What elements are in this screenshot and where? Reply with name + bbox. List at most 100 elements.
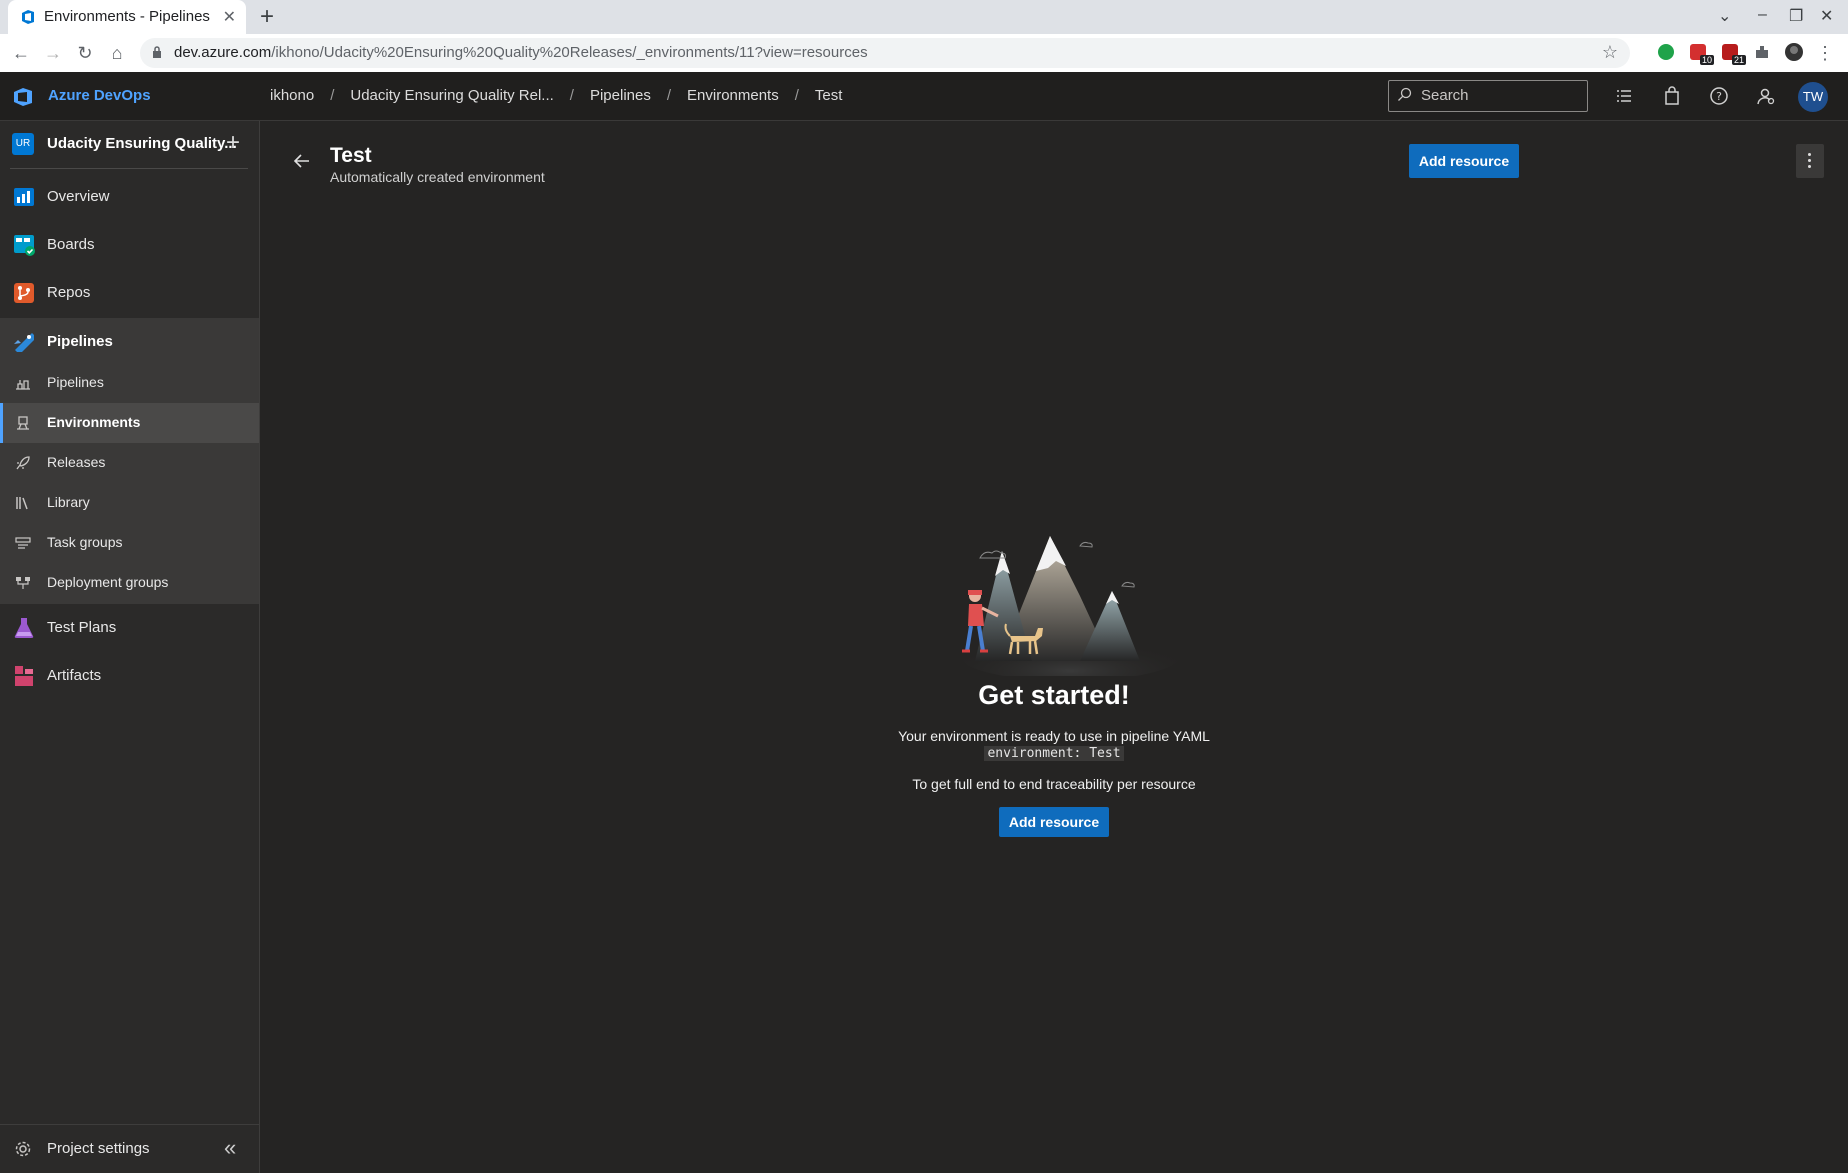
tab-title: Environments - Pipelines xyxy=(44,8,210,25)
close-window-icon[interactable]: ✕ xyxy=(1820,6,1833,26)
url-host: dev.azure.com xyxy=(174,44,272,61)
mountain-hiker-illustration xyxy=(960,536,1180,676)
restore-icon[interactable]: ❐ xyxy=(1789,6,1803,26)
back-arrow-icon[interactable] xyxy=(292,151,312,171)
rocket-icon xyxy=(16,456,30,470)
task-groups-icon xyxy=(15,537,31,549)
url-text: dev.azure.com/ikhono/Udacity%20Ensuring%… xyxy=(174,44,868,61)
project-settings-label: Project settings xyxy=(47,1140,150,1157)
sidebar-subitem-library[interactable]: Library xyxy=(0,483,259,523)
brand-name[interactable]: Azure DevOps xyxy=(48,87,151,104)
breadcrumb-separator: / xyxy=(330,87,335,104)
browser-menu-icon[interactable]: ⋮ xyxy=(1814,42,1836,64)
traceability-message: To get full end to end traceability per … xyxy=(912,776,1196,792)
project-name: Udacity Ensuring Quality... xyxy=(47,135,237,152)
breadcrumb-test[interactable]: Test xyxy=(815,87,843,104)
extension-count: 21 xyxy=(1731,55,1746,65)
breadcrumb-environments[interactable]: Environments xyxy=(687,87,779,104)
search-placeholder: Search xyxy=(1421,87,1469,104)
sidebar: UR Udacity Ensuring Quality... + Overvie… xyxy=(0,121,260,1173)
sidebar-subitem-label: Library xyxy=(47,494,90,510)
azure-devops-logo-icon[interactable] xyxy=(12,86,34,108)
environments-icon xyxy=(17,416,29,430)
yaml-snippet: environment: Test xyxy=(260,744,1848,761)
marketplace-bag-icon[interactable] xyxy=(1662,86,1682,106)
minimize-icon[interactable]: – xyxy=(1758,6,1767,24)
new-tab-icon[interactable]: + xyxy=(260,3,274,31)
search-icon xyxy=(1398,87,1412,101)
sidebar-subitem-deployment-groups[interactable]: Deployment groups xyxy=(0,563,259,603)
sidebar-item-label: Pipelines xyxy=(47,333,113,350)
breadcrumb-project[interactable]: Udacity Ensuring Quality Rel... xyxy=(350,87,553,104)
sidebar-item-boards[interactable]: Boards xyxy=(0,221,259,269)
project-selector[interactable]: UR Udacity Ensuring Quality... + xyxy=(0,121,259,167)
library-icon xyxy=(16,497,28,510)
forward-icon[interactable]: → xyxy=(42,42,64,64)
sidebar-subitem-releases[interactable]: Releases xyxy=(0,443,259,483)
extension-badge-21[interactable]: 21 xyxy=(1720,42,1746,65)
breadcrumb-separator: / xyxy=(794,87,799,104)
address-bar[interactable]: dev.azure.com/ikhono/Udacity%20Ensuring%… xyxy=(140,38,1630,68)
browser-toolbar: ← → ↻ ⌂ dev.azure.com/ikhono/Udacity%20E… xyxy=(0,34,1848,73)
search-input[interactable]: Search xyxy=(1388,80,1588,112)
sidebar-subitem-task-groups[interactable]: Task groups xyxy=(0,523,259,563)
pipelines-icon xyxy=(14,333,34,352)
tab-search-icon[interactable]: ⌄ xyxy=(1718,6,1731,26)
sidebar-subitem-pipelines[interactable]: Pipelines xyxy=(0,363,259,403)
add-resource-button[interactable]: Add resource xyxy=(999,807,1109,837)
sidebar-subitem-label: Environments xyxy=(47,414,141,430)
bookmark-star-icon[interactable]: ☆ xyxy=(1602,42,1618,63)
breadcrumb: ikhono / Udacity Ensuring Quality Rel...… xyxy=(270,87,842,104)
tab-close-icon[interactable]: ✕ xyxy=(223,7,236,27)
more-options-icon[interactable] xyxy=(1796,144,1824,178)
user-settings-icon[interactable] xyxy=(1756,86,1776,106)
artifacts-icon xyxy=(15,666,33,686)
main-content: Test Automatically created environment A… xyxy=(260,121,1848,1173)
sidebar-subitem-label: Releases xyxy=(47,454,106,470)
browser-tab[interactable]: Environments - Pipelines ✕ xyxy=(8,0,246,34)
breadcrumb-separator: / xyxy=(569,87,574,104)
azure-devops-favicon-icon xyxy=(22,10,34,24)
sidebar-item-test-plans[interactable]: Test Plans xyxy=(0,604,259,652)
home-icon[interactable]: ⌂ xyxy=(106,42,128,64)
breadcrumb-org[interactable]: ikhono xyxy=(270,87,314,104)
add-icon[interactable]: + xyxy=(226,129,240,157)
breadcrumb-pipelines[interactable]: Pipelines xyxy=(590,87,651,104)
page-subtitle: Automatically created environment xyxy=(330,169,545,185)
empty-state-message: Your environment is ready to use in pipe… xyxy=(898,728,1210,744)
url-path: /ikhono/Udacity%20Ensuring%20Quality%20R… xyxy=(271,44,868,61)
yaml-code: environment: Test xyxy=(984,746,1124,761)
avatar[interactable]: TW xyxy=(1798,82,1828,112)
sidebar-item-label: Artifacts xyxy=(47,667,102,684)
sidebar-item-overview[interactable]: Overview xyxy=(0,173,259,221)
extension-count: 10 xyxy=(1699,55,1714,65)
divider xyxy=(10,168,248,169)
project-settings[interactable]: Project settings « xyxy=(0,1124,259,1171)
reload-icon[interactable]: ↻ xyxy=(74,42,96,64)
profile-icon[interactable] xyxy=(1784,42,1804,62)
ado-header: Azure DevOps ikhono / Udacity Ensuring Q… xyxy=(0,72,1848,121)
back-icon[interactable]: ← xyxy=(10,42,32,64)
sidebar-item-repos[interactable]: Repos xyxy=(0,269,259,317)
pipelines-group: Pipelines Pipelines Environments Release… xyxy=(0,318,259,604)
svg-text:?: ? xyxy=(1716,90,1722,103)
puzzle-extensions-icon[interactable] xyxy=(1752,42,1772,62)
collapse-sidebar-icon[interactable]: « xyxy=(224,1135,236,1161)
sidebar-subitem-label: Deployment groups xyxy=(47,574,169,590)
task-list-icon[interactable] xyxy=(1614,86,1634,106)
test-plans-icon xyxy=(14,618,34,638)
sidebar-item-pipelines[interactable]: Pipelines xyxy=(0,318,259,366)
sidebar-item-label: Boards xyxy=(47,236,95,253)
sidebar-item-artifacts[interactable]: Artifacts xyxy=(0,652,259,700)
page-title: Test xyxy=(330,144,372,167)
help-icon[interactable]: ? xyxy=(1709,86,1729,106)
evernote-extension-icon[interactable] xyxy=(1656,42,1676,62)
empty-state-heading: Get started! xyxy=(978,680,1130,710)
sidebar-subitem-environments[interactable]: Environments xyxy=(0,403,259,443)
repos-icon xyxy=(14,283,34,303)
add-resource-button[interactable]: Add resource xyxy=(1409,144,1519,178)
extension-badge-10[interactable]: 10 xyxy=(1688,42,1714,65)
sidebar-subitem-label: Pipelines xyxy=(47,374,104,390)
overview-icon xyxy=(14,188,34,206)
sidebar-item-label: Test Plans xyxy=(47,619,117,636)
